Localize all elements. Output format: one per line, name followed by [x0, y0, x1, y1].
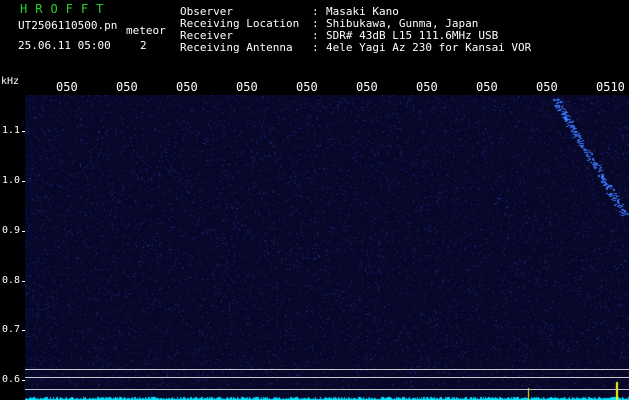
spectrogram-canvas [25, 95, 629, 400]
filename-label: UT2506110500.pn [18, 19, 118, 32]
y-axis-unit: kHz [1, 76, 20, 87]
x-tick-label: 050 [416, 80, 438, 94]
spectrogram-plot [25, 95, 629, 400]
x-tick-label: 050 [536, 80, 558, 94]
reference-line [25, 369, 629, 370]
x-tick-label: 050 [356, 80, 378, 94]
y-tick-label: 0.6 [2, 374, 21, 385]
y-tick-label: 0.7 [2, 324, 21, 335]
app-title: HROFFT [20, 2, 112, 16]
colon: : [312, 41, 319, 54]
x-tick-label: 050 [296, 80, 318, 94]
reference-line [25, 389, 629, 390]
y-tick-label: 0.9 [2, 225, 21, 236]
meteor-label: meteor [126, 24, 166, 37]
antenna-label: Receiving Antenna [180, 41, 293, 54]
x-tick-label: 050 [476, 80, 498, 94]
antenna-value: 4ele Yagi Az 230 for Kansai VOR [326, 41, 532, 54]
x-tick-label: 050 [176, 80, 198, 94]
x-tick-label: 0510 [596, 80, 625, 94]
y-tick-label: 1.0 [2, 175, 21, 186]
x-tick-label: 050 [56, 80, 78, 94]
y-tick-label: 0.8 [2, 275, 21, 286]
x-tick-label: 050 [116, 80, 138, 94]
header-panel: HROFFT UT2506110500.pn meteor 25.06.11 0… [0, 0, 629, 72]
y-tick-label: 1.1 [2, 125, 21, 136]
datetime-label: 25.06.11 05:00 [18, 39, 111, 52]
meteor-count: 2 [140, 39, 147, 52]
x-tick-label: 050 [236, 80, 258, 94]
reference-line [25, 377, 629, 378]
